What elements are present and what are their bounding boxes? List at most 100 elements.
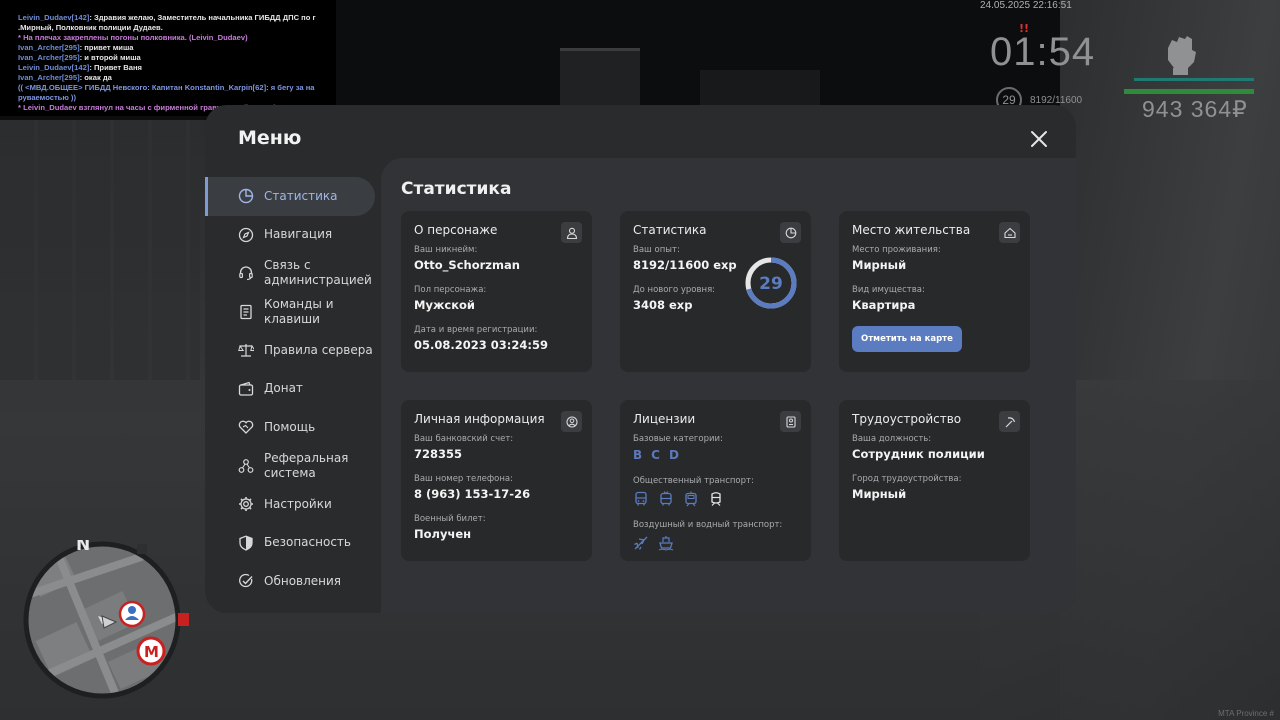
gender-label: Пол персонажа: — [414, 285, 487, 295]
chat-line: Ivan_Archer[295]: и второй миша — [18, 53, 141, 62]
license-category: B — [633, 448, 643, 462]
menu-window: Меню Статистика Навигация Связь с админи… — [205, 105, 1076, 613]
network-icon — [238, 458, 254, 473]
hud-date: 24.05.2025 22:16:51 — [980, 0, 1072, 11]
sidebar-item-settings[interactable]: Настройки — [205, 485, 381, 524]
metro-icon: М — [144, 643, 159, 661]
menu-sidebar: Статистика Навигация Связь с администрац… — [205, 175, 381, 601]
headset-icon — [239, 266, 253, 281]
pie-chart-icon — [238, 189, 254, 204]
registration-value: 05.08.2023 03:24:59 — [414, 338, 548, 352]
clock-pie-icon — [785, 227, 796, 238]
air-water-transport-label: Воздушный и водный транспорт: — [633, 520, 783, 530]
sidebar-item-label: Безопасность — [264, 535, 351, 550]
phone-label: Ваш номер телефона: — [414, 474, 513, 484]
card-icon-button — [561, 411, 582, 432]
chat-line: Leivin_Dudaev[142]: Здравия желаю, Замес… — [18, 13, 316, 22]
bus-icon — [635, 491, 647, 506]
card-residence: Место жительства Место проживания: Мирны… — [839, 211, 1030, 372]
card-character: О персонаже Ваш никнейм: Otto_Schorzman … — [401, 211, 592, 372]
wallet-icon — [238, 381, 254, 396]
nickname-label: Ваш никнейм: — [414, 245, 478, 255]
property-type-label: Вид имущества: — [852, 285, 925, 295]
minimap-north: N — [76, 540, 90, 555]
compass-icon — [238, 227, 254, 242]
chat-line: Ivan_Archer[295]: привет миша — [18, 43, 134, 52]
sidebar-item-referral[interactable]: Реферальная система — [205, 447, 381, 486]
card-licenses: Лицензии Базовые категории: B C D Общест… — [620, 400, 811, 561]
sidebar-item-commands[interactable]: Команды и клавиши — [205, 293, 381, 332]
minimap: N М — [23, 540, 189, 699]
sidebar-item-label: Настройки — [264, 496, 332, 511]
position-value: Сотрудник полиции — [852, 447, 985, 461]
health-bar — [1124, 89, 1254, 94]
registration-label: Дата и время регистрации: — [414, 325, 538, 335]
nickname-value: Otto_Schorzman — [414, 258, 520, 272]
check-circle-icon — [239, 574, 253, 588]
residence-place-label: Место проживания: — [852, 245, 941, 255]
gear-icon — [239, 497, 253, 512]
card-title: О персонаже — [414, 223, 498, 237]
sidebar-item-label: Донат — [264, 381, 303, 396]
card-personal-info: Личная информация Ваш банковский счет: 7… — [401, 400, 592, 561]
mark-on-map-button[interactable]: Отметить на карте — [852, 326, 962, 352]
level-number: 29 — [759, 274, 783, 294]
pickaxe-icon — [1005, 416, 1015, 427]
sidebar-item-rules[interactable]: Правила сервера — [205, 331, 381, 370]
sidebar-item-navigation[interactable]: Навигация — [205, 216, 381, 255]
sidebar-item-help[interactable]: Помощь — [205, 408, 381, 447]
user-circle-icon — [565, 415, 578, 428]
military-value: Получен — [414, 527, 472, 541]
chat-line: * На плечах закреплены погоны полковника… — [18, 33, 248, 42]
sidebar-item-security[interactable]: Безопасность — [205, 524, 381, 563]
menu-title: Меню — [238, 127, 302, 149]
residence-place-value: Мирный — [852, 258, 907, 272]
card-title: Личная информация — [414, 412, 545, 426]
fence — [0, 120, 200, 380]
card-statistics: Статистика Ваш опыт: 8192/11600 exp До н… — [620, 211, 811, 372]
public-transport-icons — [633, 491, 798, 507]
card-icon-button — [780, 411, 801, 432]
hud-clock: 01:54 — [990, 30, 1096, 74]
chat-line: Ivan_Archer[295]: окак да — [18, 73, 112, 82]
sidebar-item-label: Обновления — [264, 573, 342, 588]
boat-icon — [658, 536, 674, 551]
license-category: D — [668, 448, 679, 462]
card-icon-button — [999, 222, 1020, 243]
close-icon[interactable] — [1029, 129, 1049, 149]
metro-train-icon — [711, 492, 721, 506]
exp-label: Ваш опыт: — [633, 245, 680, 255]
chat-line: .Мирный, Полковник полиции Дудаев. — [18, 23, 163, 32]
document-icon — [240, 304, 252, 319]
sidebar-item-statistics[interactable]: Статистика — [205, 177, 375, 216]
chat-line: (( <МВД.ОБЩЕЕ> ГИБДД Невского: Капитан K… — [18, 83, 315, 92]
card-icon-button — [999, 411, 1020, 432]
card-title: Лицензии — [633, 412, 696, 426]
sidebar-item-label: Навигация — [264, 227, 333, 242]
id-card-icon — [785, 415, 796, 428]
sidebar-item-donate[interactable]: Донат — [205, 370, 381, 409]
trolleybus-icon — [660, 491, 672, 506]
chat-line: Leivin_Dudaev[142]: Привет Ваня — [18, 63, 142, 72]
sidebar-item-label: Реферальная система — [264, 450, 349, 480]
bank-value: 728355 — [414, 447, 463, 461]
license-categories: B C D — [633, 448, 798, 462]
sidebar-item-label: Статистика — [264, 188, 338, 203]
phone-value: 8 (963) 153-17-26 — [414, 487, 531, 501]
scales-icon — [238, 344, 254, 357]
air-water-transport-icons — [633, 535, 798, 551]
card-icon-button — [780, 222, 801, 243]
military-label: Военный билет: — [414, 514, 486, 524]
sidebar-item-contact-admin[interactable]: Связь с администрацией — [205, 254, 381, 293]
bank-label: Ваш банковский счет: — [414, 434, 514, 444]
sidebar-item-updates[interactable]: Обновления — [205, 562, 381, 601]
watermark: MTA Province # — [1218, 709, 1274, 718]
fist-icon — [1168, 36, 1196, 75]
property-type-value: Квартира — [852, 298, 916, 312]
home-icon — [1003, 227, 1016, 238]
tram-icon — [685, 491, 697, 507]
user-icon — [566, 227, 577, 239]
sidebar-item-label: Правила сервера — [264, 342, 373, 357]
card-title: Место жительства — [852, 223, 971, 237]
content-panel: Статистика О персонаже Ваш никнейм: Otto… — [381, 158, 1076, 613]
